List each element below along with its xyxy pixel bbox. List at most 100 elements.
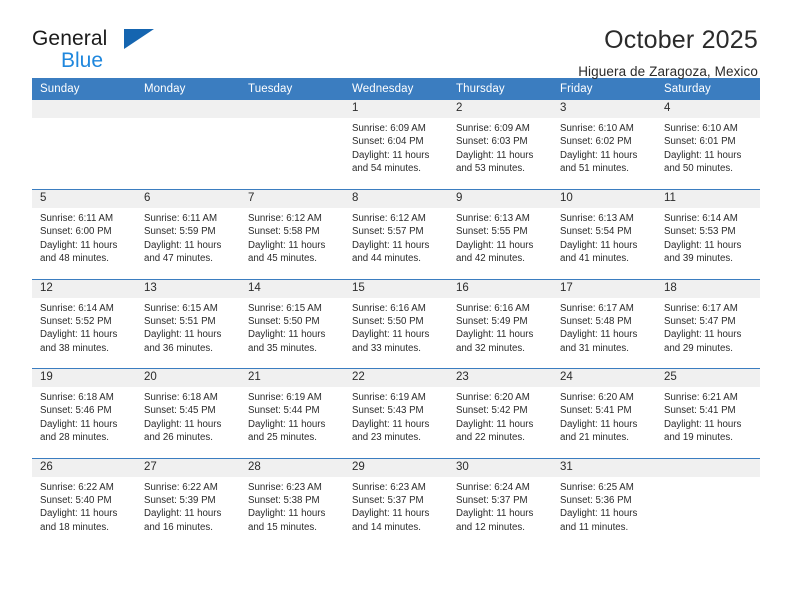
calendar-day-cell[interactable]: 7 Sunrise: 6:12 AM Sunset: 5:58 PM Daylight…: [240, 189, 344, 279]
daylight-text-line2: and 48 minutes.: [40, 253, 109, 265]
daylight-text-line2: and 53 minutes.: [456, 163, 525, 175]
sunset-text: Sunset: 5:43 PM: [352, 405, 424, 417]
daylight-text-line2: and 28 minutes.: [40, 432, 109, 444]
calendar-day-cell[interactable]: 11 Sunrise: 6:14 AM Sunset: 5:53 PM Dayligh…: [656, 189, 760, 279]
sunrise-text: Sunrise: 6:09 AM: [352, 123, 426, 134]
calendar-day-cell[interactable]: 29 Sunrise: 6:23 AM Sunset: 5:37 PM Dayligh…: [344, 457, 448, 548]
daylight-text-line1: Daylight: 11 hours: [352, 508, 430, 520]
sunrise-text: Sunrise: 6:19 AM: [248, 392, 322, 403]
calendar-day-cell[interactable]: 13 Sunrise: 6:15 AM Sunset: 5:51 PM Dayligh…: [136, 278, 240, 369]
calendar-day-cell[interactable]: 3 Sunrise: 6:10 AM Sunset: 6:02 PM Daylight…: [552, 100, 656, 190]
sunrise-text: Sunrise: 6:14 AM: [40, 302, 114, 314]
day-number: [32, 100, 136, 118]
calendar-body: 1 Sunrise: 6:09 AM Sunset: 6:04 PM Daylight…: [32, 100, 760, 548]
day-details: Sunrise: 6:22 AM Sunset: 5:39 PM Daylight:…: [136, 477, 240, 535]
calendar-day-cell[interactable]: 31 Sunrise: 6:25 AM Sunset: 5:36 PM Dayligh…: [552, 457, 656, 548]
calendar-day-cell[interactable]: 9 Sunrise: 6:13 AM Sunset: 5:55 PM Daylight…: [448, 189, 552, 279]
weekday-header-thursday: Thursday: [448, 78, 552, 100]
calendar-day-cell[interactable]: 10 Sunrise: 6:13 AM Sunset: 5:54 PM Dayligh…: [552, 189, 656, 279]
day-number: 10: [552, 190, 656, 208]
sunrise-text: Sunrise: 6:20 AM: [560, 392, 634, 403]
calendar-day-cell[interactable]: 4 Sunrise: 6:10 AM Sunset: 6:01 PM Daylight…: [656, 100, 760, 190]
calendar-day-cell[interactable]: 16 Sunrise: 6:16 AM Sunset: 5:49 PM Dayligh…: [448, 278, 552, 369]
weekday-header-wednesday: Wednesday: [344, 78, 448, 100]
day-number: 17: [552, 279, 656, 298]
daylight-text-line1: Daylight: 11 hours: [560, 329, 638, 341]
daylight-text-line1: Daylight: 11 hours: [560, 418, 638, 430]
calendar-day-cell[interactable]: 20 Sunrise: 6:18 AM Sunset: 5:45 PM Dayligh…: [136, 368, 240, 458]
daylight-text-line2: and 25 minutes.: [248, 432, 317, 444]
calendar-day-cell[interactable]: 19 Sunrise: 6:18 AM Sunset: 5:46 PM Dayligh…: [32, 368, 136, 458]
calendar-day-cell[interactable]: 24 Sunrise: 6:20 AM Sunset: 5:41 PM Dayligh…: [552, 368, 656, 458]
day-details: Sunrise: 6:19 AM Sunset: 5:44 PM Daylight:…: [240, 387, 344, 445]
calendar-day-cell[interactable]: 21 Sunrise: 6:19 AM Sunset: 5:44 PM Dayligh…: [240, 368, 344, 458]
calendar-day-cell[interactable]: 8 Sunrise: 6:12 AM Sunset: 5:57 PM Daylight…: [344, 189, 448, 279]
sunset-text: Sunset: 5:37 PM: [456, 494, 528, 506]
day-details: Sunrise: 6:16 AM Sunset: 5:50 PM Daylight:…: [344, 298, 448, 356]
daylight-text-line2: and 29 minutes.: [664, 342, 733, 354]
calendar-day-cell[interactable]: 17 Sunrise: 6:17 AM Sunset: 5:48 PM Dayligh…: [552, 278, 656, 369]
day-details: Sunrise: 6:09 AM Sunset: 6:04 PM Daylight:…: [344, 118, 448, 176]
calendar-day-cell[interactable]: 1 Sunrise: 6:09 AM Sunset: 6:04 PM Daylight…: [344, 100, 448, 190]
sunrise-text: Sunrise: 6:22 AM: [144, 481, 218, 493]
calendar-day-cell[interactable]: 14 Sunrise: 6:15 AM Sunset: 5:50 PM Dayligh…: [240, 278, 344, 369]
day-number: 27: [136, 458, 240, 477]
day-details: Sunrise: 6:17 AM Sunset: 5:47 PM Daylight:…: [656, 298, 760, 356]
sunrise-text: Sunrise: 6:21 AM: [664, 392, 738, 403]
daylight-text-line2: and 19 minutes.: [664, 432, 733, 444]
sunset-text: Sunset: 5:50 PM: [248, 315, 320, 327]
calendar-day-cell[interactable]: 25 Sunrise: 6:21 AM Sunset: 5:41 PM Dayligh…: [656, 368, 760, 458]
calendar-day-cell[interactable]: 26 Sunrise: 6:22 AM Sunset: 5:40 PM Dayligh…: [32, 457, 136, 548]
sunset-text: Sunset: 5:40 PM: [40, 494, 112, 506]
daylight-text-line2: and 15 minutes.: [248, 521, 317, 533]
sunset-text: Sunset: 5:54 PM: [560, 226, 632, 238]
sunrise-text: Sunrise: 6:15 AM: [248, 302, 322, 314]
daylight-text-line2: and 22 minutes.: [456, 432, 525, 444]
calendar-day-cell[interactable]: 23 Sunrise: 6:20 AM Sunset: 5:42 PM Dayligh…: [448, 368, 552, 458]
day-details: Sunrise: 6:23 AM Sunset: 5:37 PM Daylight:…: [344, 477, 448, 535]
sunrise-text: Sunrise: 6:15 AM: [144, 302, 218, 314]
sunset-text: Sunset: 5:57 PM: [352, 226, 424, 238]
day-details: Sunrise: 6:15 AM Sunset: 5:50 PM Daylight:…: [240, 298, 344, 356]
daylight-text-line1: Daylight: 11 hours: [248, 239, 326, 251]
calendar-day-cell-empty: [136, 100, 240, 190]
day-number: [136, 100, 240, 118]
sunrise-text: Sunrise: 6:17 AM: [664, 302, 738, 314]
calendar-day-cell[interactable]: 15 Sunrise: 6:16 AM Sunset: 5:50 PM Dayligh…: [344, 278, 448, 369]
calendar-grid: Sunday Monday Tuesday Wednesday Thursday…: [32, 78, 760, 548]
day-details: Sunrise: 6:10 AM Sunset: 6:02 PM Daylight:…: [552, 118, 656, 176]
sunset-text: Sunset: 5:55 PM: [456, 226, 528, 238]
calendar-day-cell[interactable]: 2 Sunrise: 6:09 AM Sunset: 6:03 PM Daylight…: [448, 100, 552, 190]
sunrise-text: Sunrise: 6:13 AM: [456, 213, 530, 224]
logo-text-general: General: [32, 27, 108, 50]
daylight-text-line1: Daylight: 11 hours: [144, 239, 222, 251]
calendar-day-cell[interactable]: 5 Sunrise: 6:11 AM Sunset: 6:00 PM Daylight…: [32, 189, 136, 279]
day-details: Sunrise: 6:13 AM Sunset: 5:55 PM Daylight:…: [448, 208, 552, 266]
generalblue-logo[interactable]: General Blue: [32, 26, 157, 78]
daylight-text-line1: Daylight: 11 hours: [456, 508, 534, 520]
calendar-day-cell-empty: [240, 100, 344, 190]
calendar-day-cell[interactable]: 30 Sunrise: 6:24 AM Sunset: 5:37 PM Dayligh…: [448, 457, 552, 548]
day-details: Sunrise: 6:11 AM Sunset: 5:59 PM Daylight:…: [136, 208, 240, 266]
sunset-text: Sunset: 5:46 PM: [40, 405, 112, 417]
calendar-day-cell[interactable]: 6 Sunrise: 6:11 AM Sunset: 5:59 PM Daylight…: [136, 189, 240, 279]
day-details: Sunrise: 6:21 AM Sunset: 5:41 PM Daylight:…: [656, 387, 760, 445]
sunrise-text: Sunrise: 6:17 AM: [560, 302, 634, 314]
calendar-day-cell[interactable]: 27 Sunrise: 6:22 AM Sunset: 5:39 PM Dayligh…: [136, 457, 240, 548]
daylight-text-line1: Daylight: 11 hours: [664, 239, 742, 251]
day-number: 6: [136, 190, 240, 208]
day-details: Sunrise: 6:16 AM Sunset: 5:49 PM Daylight:…: [448, 298, 552, 356]
daylight-text-line1: Daylight: 11 hours: [352, 239, 430, 251]
day-number: 11: [656, 190, 760, 208]
daylight-text-line2: and 54 minutes.: [352, 163, 421, 175]
day-number: 26: [32, 458, 136, 477]
calendar-day-cell[interactable]: 22 Sunrise: 6:19 AM Sunset: 5:43 PM Dayligh…: [344, 368, 448, 458]
calendar-day-cell[interactable]: 12 Sunrise: 6:14 AM Sunset: 5:52 PM Dayligh…: [32, 278, 136, 369]
daylight-text-line2: and 12 minutes.: [456, 521, 525, 533]
daylight-text-line1: Daylight: 11 hours: [40, 508, 118, 520]
calendar-day-cell[interactable]: 28 Sunrise: 6:23 AM Sunset: 5:38 PM Dayligh…: [240, 457, 344, 548]
day-number: 25: [656, 369, 760, 387]
calendar-day-cell[interactable]: 18 Sunrise: 6:17 AM Sunset: 5:47 PM Dayligh…: [656, 278, 760, 369]
calendar-day-cell-empty: [656, 457, 760, 548]
day-details: Sunrise: 6:12 AM Sunset: 5:58 PM Daylight:…: [240, 208, 344, 266]
